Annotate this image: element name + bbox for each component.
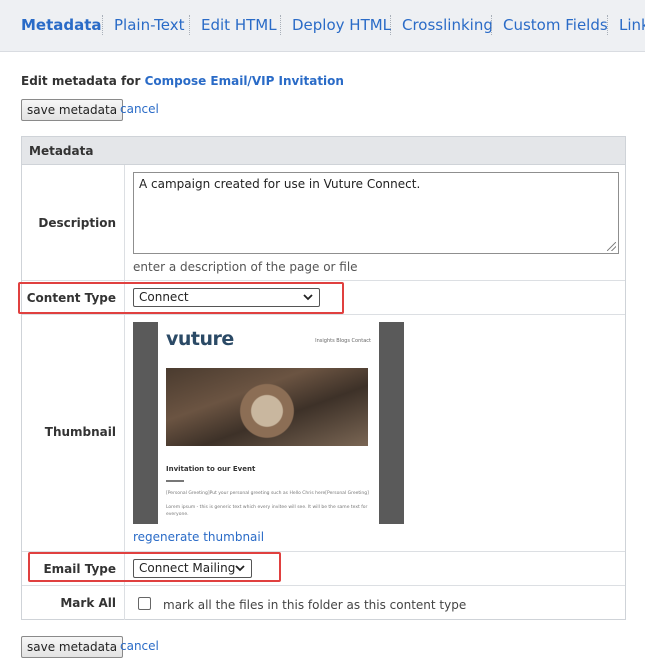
mark-all-label: Mark All [60, 596, 116, 610]
cancel-link-top[interactable]: cancel [120, 102, 159, 116]
thumbnail-label: Thumbnail [44, 425, 116, 439]
description-row: Description A campaign created for use i… [22, 165, 625, 281]
description-hint: enter a description of the page or file [133, 260, 358, 274]
mark-all-row: Mark All mark all the files in this fold… [22, 586, 625, 620]
preview-hero-image [166, 368, 368, 446]
preview-text-line: Lorem ipsum - this is generic text which… [166, 505, 368, 510]
preview-divider [166, 480, 184, 482]
metadata-panel: Metadata Description A campaign created … [21, 136, 626, 620]
tab-bar: Metadata Plain-Text Edit HTML Deploy HTM… [0, 0, 645, 52]
tab-link[interactable]: Link [619, 15, 645, 35]
panel-title: Metadata [22, 137, 625, 165]
preview-nav: Insights Blogs Contact [315, 338, 371, 344]
tab-edit-html[interactable]: Edit HTML [201, 15, 277, 35]
email-preview-page: vuture Insights Blogs Contact Invitation… [158, 322, 379, 524]
tab-separator [280, 15, 281, 35]
email-type-highlight [28, 552, 281, 582]
description-label: Description [38, 216, 116, 230]
thumbnail-row: Thumbnail vuture Insights Blogs Contact … [22, 315, 625, 552]
page-link[interactable]: Compose Email/VIP Invitation [145, 74, 344, 88]
tab-crosslinking[interactable]: Crosslinking [402, 15, 493, 35]
vuture-logo: vuture [166, 328, 234, 350]
tab-separator [607, 15, 608, 35]
tab-separator [491, 15, 492, 35]
tab-deploy-html[interactable]: Deploy HTML [292, 15, 391, 35]
edit-heading-prefix: Edit metadata for [21, 74, 141, 88]
tab-custom-fields[interactable]: Custom Fields [503, 15, 608, 35]
save-metadata-button-bottom[interactable]: save metadata [21, 636, 124, 658]
save-metadata-button-top[interactable]: save metadata [21, 99, 124, 121]
preview-title: Invitation to our Event [166, 465, 256, 473]
mark-all-checkbox[interactable] [138, 597, 151, 610]
preview-text-line: [Personal Greeting]Put your personal gre… [166, 491, 369, 496]
tab-separator [189, 15, 190, 35]
thumbnail-preview: vuture Insights Blogs Contact Invitation… [133, 322, 404, 524]
preview-text-line: everyone. [166, 512, 189, 517]
description-textarea[interactable]: A campaign created for use in Vuture Con… [133, 172, 619, 254]
regenerate-thumbnail-link[interactable]: regenerate thumbnail [133, 530, 264, 544]
resize-grip-icon[interactable] [607, 242, 616, 251]
description-value: A campaign created for use in Vuture Con… [139, 177, 421, 191]
tab-metadata[interactable]: Metadata [21, 15, 102, 35]
cancel-link-bottom[interactable]: cancel [120, 639, 159, 653]
tab-separator [390, 15, 391, 35]
mark-all-text: mark all the files in this folder as thi… [163, 598, 467, 612]
tab-plain-text[interactable]: Plain-Text [114, 15, 184, 35]
edit-heading: Edit metadata for Compose Email/VIP Invi… [21, 74, 344, 88]
tab-separator [102, 15, 103, 35]
content-type-highlight [18, 282, 344, 314]
